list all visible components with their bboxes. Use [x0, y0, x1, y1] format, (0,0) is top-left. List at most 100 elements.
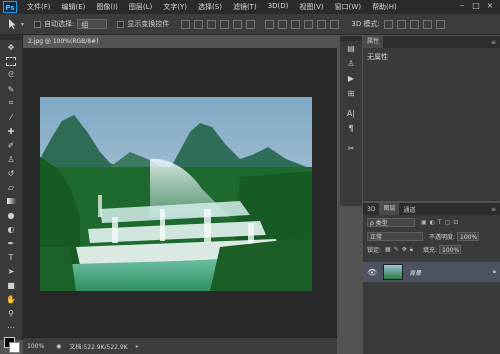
layer-lock-icon: 🔒︎: [492, 268, 496, 275]
quick-select-tool-icon[interactable]: ✎: [0, 82, 22, 96]
layer-filter-dropdown[interactable]: ρ 类型: [367, 218, 415, 227]
panel-menu-icon[interactable]: ≡: [491, 206, 496, 213]
tab-layers[interactable]: 图层: [379, 203, 400, 215]
gradient-tool-icon[interactable]: [0, 194, 22, 208]
layers-panel: 3D 图层 通道 ≡ ρ 类型 ▣ ◐ T ▢ ⊡ 正常 不透明度: 100% …: [363, 203, 500, 354]
lock-all-icon[interactable]: 🔒︎: [410, 246, 413, 254]
filter-shape-icon[interactable]: ▢: [445, 219, 451, 226]
brush-tool-icon[interactable]: ✐: [0, 138, 22, 152]
auto-select-label: 自动选择:: [44, 20, 75, 28]
move-tool-icon[interactable]: ✥: [0, 40, 22, 54]
history-brush-tool-icon[interactable]: ↺: [0, 166, 22, 180]
menu-view[interactable]: 视图(V): [299, 2, 323, 12]
clone-stamp-tool-icon[interactable]: ♙: [0, 152, 22, 166]
tab-3d[interactable]: 3D: [363, 206, 379, 213]
clone-source-panel-icon[interactable]: ♙: [340, 56, 362, 71]
align-hcenter-icon[interactable]: [233, 19, 243, 29]
document-tab[interactable]: 2.jpg @ 100%(RGB/8#) ×: [23, 36, 99, 57]
auto-select-dropdown[interactable]: 组: [77, 19, 108, 29]
properties-tab-bar: 属性 ≡: [363, 36, 500, 48]
rectangle-tool-icon[interactable]: ■: [0, 278, 22, 292]
healing-brush-tool-icon[interactable]: ✚: [0, 124, 22, 138]
layer-filter-value: ρ 类型: [370, 220, 388, 227]
crop-tool-icon[interactable]: ⌗: [0, 96, 22, 110]
character-panel-icon[interactable]: A|: [340, 106, 362, 121]
eyedropper-tool-icon[interactable]: ⁄: [0, 110, 22, 124]
path-selection-tool-icon[interactable]: ➤: [0, 264, 22, 278]
blend-mode-dropdown[interactable]: 正常: [367, 232, 423, 241]
history-panel-icon[interactable]: ▤: [340, 41, 362, 56]
lock-transparent-icon[interactable]: ▦: [385, 246, 391, 253]
menu-help[interactable]: 帮助(H): [372, 2, 397, 12]
layer-thumbnail: [383, 264, 404, 280]
hand-tool-icon[interactable]: ✋: [0, 292, 22, 306]
menu-filter[interactable]: 滤镜(T): [233, 2, 257, 12]
filter-type-icon[interactable]: T: [438, 219, 442, 226]
tool-presets-panel-icon[interactable]: ⊞: [340, 86, 362, 101]
pen-tool-icon[interactable]: ✒: [0, 236, 22, 250]
filter-pixel-icon[interactable]: ▣: [421, 219, 427, 226]
align-top-icon[interactable]: [181, 19, 191, 29]
distribute-top-icon[interactable]: [265, 19, 275, 29]
filter-smart-object-icon[interactable]: ⊡: [453, 219, 458, 226]
status-menu-arrow-icon[interactable]: ▸: [136, 343, 139, 350]
align-bottom-icon[interactable]: [207, 19, 217, 29]
menu-edit[interactable]: 编辑(E): [62, 2, 86, 12]
drag-3d-icon[interactable]: [409, 19, 419, 29]
maximize-button[interactable]: □: [469, 1, 483, 10]
menu-select[interactable]: 选择(S): [198, 2, 222, 12]
lock-position-icon[interactable]: ✥: [402, 246, 407, 253]
zoom-level[interactable]: 100%: [27, 343, 44, 350]
status-info-icon: ◉: [56, 342, 62, 350]
eraser-tool-icon[interactable]: ▱: [0, 180, 22, 194]
menu-3d[interactable]: 3D(D): [268, 2, 289, 12]
marquee-tool-icon[interactable]: [0, 54, 22, 68]
scale-3d-icon[interactable]: [435, 19, 445, 29]
type-tool-icon[interactable]: T: [0, 250, 22, 264]
waterfall-photo: [40, 97, 312, 291]
roll-3d-icon[interactable]: [396, 19, 406, 29]
fill-field[interactable]: 100%: [439, 245, 461, 254]
distribute-hcenter-icon[interactable]: [317, 19, 327, 29]
close-button[interactable]: ×: [483, 1, 497, 10]
menu-layer[interactable]: 图层(L): [129, 2, 152, 12]
auto-select-checkbox[interactable]: [34, 20, 42, 28]
background-color-swatch[interactable]: [9, 342, 20, 353]
lock-pixels-icon[interactable]: ✎: [394, 246, 399, 253]
layer-row[interactable]: 👁︎ 背景 🔒︎: [363, 262, 500, 282]
distribute-vcenter-icon[interactable]: [278, 19, 288, 29]
lock-row: 锁定: ▦ ✎ ✥ 🔒︎ 填充: 100%: [363, 243, 500, 256]
minimize-button[interactable]: –: [455, 1, 469, 10]
status-bar: 100% ◉ 文档:522.9K/522.9K ▸: [23, 338, 337, 354]
align-vcenter-icon[interactable]: [194, 19, 204, 29]
rotate-3d-icon[interactable]: [383, 19, 393, 29]
actions-panel-icon[interactable]: ▶: [340, 71, 362, 86]
slide-3d-icon[interactable]: [422, 19, 432, 29]
filter-adjustment-icon[interactable]: ◐: [430, 219, 435, 226]
lasso-tool-icon[interactable]: ᘓ: [0, 68, 22, 82]
dodge-tool-icon[interactable]: ◐: [0, 222, 22, 236]
align-right-icon[interactable]: [246, 19, 256, 29]
tab-properties[interactable]: 属性: [363, 36, 384, 48]
paragraph-panel-icon[interactable]: ¶: [340, 121, 362, 136]
tab-channels[interactable]: 通道: [399, 205, 419, 214]
layers-tab-bar: 3D 图层 通道 ≡: [363, 203, 500, 215]
panel-menu-icon[interactable]: ≡: [491, 39, 496, 46]
layer-filter-row: ρ 类型 ▣ ◐ T ▢ ⊡: [363, 215, 500, 230]
distribute-right-icon[interactable]: [330, 19, 340, 29]
move-tool-preset[interactable]: ▾: [6, 18, 24, 30]
menu-image[interactable]: 图像(I): [96, 2, 118, 12]
align-left-icon[interactable]: [220, 19, 230, 29]
distribute-bottom-icon[interactable]: [291, 19, 301, 29]
menu-file[interactable]: 文件(F): [27, 2, 51, 12]
menu-window[interactable]: 窗口(W): [335, 2, 361, 12]
tools-settings-icon[interactable]: ✂: [340, 141, 362, 156]
show-transform-checkbox[interactable]: [117, 20, 125, 28]
distribute-left-icon[interactable]: [304, 19, 314, 29]
zoom-tool-icon[interactable]: ⚲: [0, 306, 22, 320]
blur-tool-icon[interactable]: ●: [0, 208, 22, 222]
menu-type[interactable]: 文字(Y): [163, 2, 187, 12]
visibility-eye-icon[interactable]: 👁︎: [367, 268, 377, 277]
opacity-field[interactable]: 100%: [457, 232, 480, 241]
more-tools-icon[interactable]: ⋯: [0, 320, 22, 334]
